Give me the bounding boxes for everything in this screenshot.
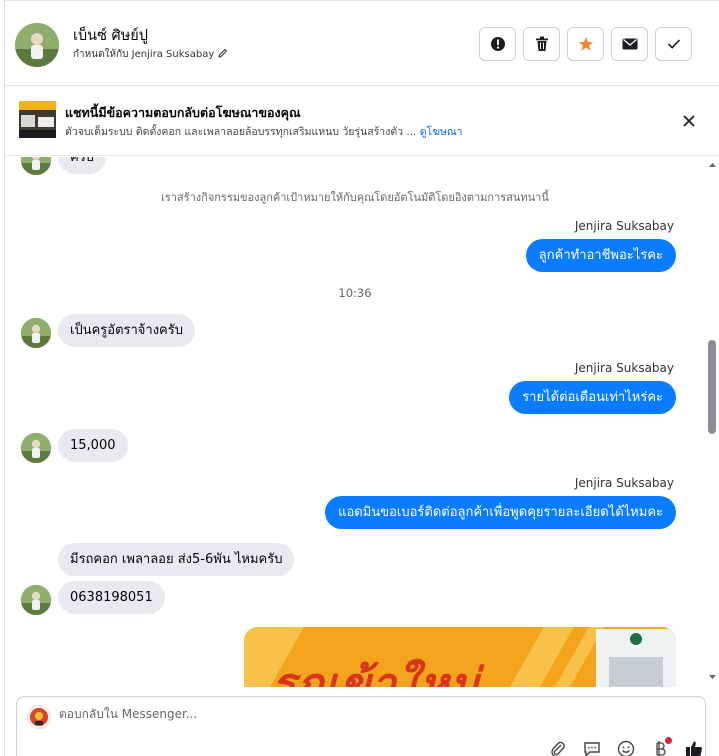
check-icon xyxy=(667,39,680,49)
chat-header: เบ็นซ์ ศิษย์ปู กำหนดให้กับ Jenjira Suksa… xyxy=(5,0,719,86)
page-avatar xyxy=(27,705,51,729)
smiley-icon xyxy=(617,740,635,756)
paperclip-icon xyxy=(551,741,565,756)
contact-avatar[interactable] xyxy=(15,23,59,67)
contact-name: เบ็นซ์ ศิษย์ปู xyxy=(73,28,148,44)
system-note: เราสร้างกิจกรรมของลูกค้าเป้าหมายให้กับคุ… xyxy=(161,191,549,204)
contact-avatar-small xyxy=(21,157,51,175)
sender-name: Jenjira Suksabay xyxy=(574,476,674,490)
scroll-down-icon[interactable] xyxy=(705,671,719,683)
incoming-message[interactable]: เป็นครูอัตราจ้างครับ xyxy=(58,314,195,347)
saved-replies-button[interactable] xyxy=(581,739,603,756)
message-scrollbar[interactable] xyxy=(705,157,719,687)
scrollbar-thumb[interactable] xyxy=(708,340,716,434)
incoming-message[interactable]: ครับ xyxy=(58,157,106,174)
pencil-icon[interactable] xyxy=(218,48,228,61)
reply-input[interactable] xyxy=(59,707,659,721)
contact-avatar-small xyxy=(21,318,51,348)
incoming-message[interactable]: มีรถคอก เพลาลอย ส่ง5-6พัน ไหมครับ xyxy=(58,543,295,576)
incoming-message[interactable]: 0638198051 xyxy=(58,581,165,614)
payment-button[interactable] xyxy=(649,737,672,756)
envelope-icon xyxy=(622,38,637,50)
done-button[interactable] xyxy=(655,27,692,61)
ad-description: ตัวจบเต็มระบบ ติดตั้งคอก และเพลาลอยล้อบร… xyxy=(65,126,417,138)
sender-name: Jenjira Suksabay xyxy=(574,361,674,375)
star-icon xyxy=(578,37,593,51)
outgoing-message[interactable]: รายได้ต่อเดือนเท่าไหร่คะ xyxy=(509,381,676,414)
message-list[interactable]: ครับ เราสร้างกิจกรรมของลูกค้าเป้าหมายให้… xyxy=(5,157,705,687)
assigned-to[interactable]: กำหนดให้กับ Jenjira Suksabay xyxy=(73,47,228,62)
trash-icon xyxy=(535,36,548,51)
header-actions xyxy=(479,27,692,61)
composer-tools xyxy=(547,737,705,756)
report-button[interactable] xyxy=(479,27,516,61)
reply-composer xyxy=(16,696,706,756)
image-attachment[interactable]: รถเข้าใหม่ xyxy=(244,627,676,687)
scroll-up-icon[interactable] xyxy=(705,159,719,171)
ad-subtitle: ตัวจบเต็มระบบ ติดตั้งคอก และเพลาลอยล้อบร… xyxy=(65,123,463,140)
ad-thumbnail[interactable] xyxy=(19,101,56,138)
like-button[interactable] xyxy=(683,739,705,756)
timestamp: 10:36 xyxy=(338,286,372,300)
contact-avatar-small xyxy=(21,433,51,463)
alert-icon xyxy=(490,37,505,51)
view-ad-link[interactable]: ดูโฆษณา xyxy=(420,126,463,138)
delete-button[interactable] xyxy=(523,27,560,61)
ad-reply-banner: แชทนี้มีข้อความตอบกลับต่อโฆษณาของคุณ ตัว… xyxy=(5,86,719,156)
notification-dot xyxy=(665,737,672,744)
close-icon xyxy=(683,115,695,127)
ad-title: แชทนี้มีข้อความตอบกลับต่อโฆษณาของคุณ xyxy=(65,105,301,120)
star-button[interactable] xyxy=(567,27,604,61)
outgoing-message[interactable]: ลูกค้าทำอาชีพอะไรคะ xyxy=(525,239,676,272)
sender-name: Jenjira Suksabay xyxy=(574,219,674,233)
emoji-button[interactable] xyxy=(615,739,637,756)
thumbs-up-icon xyxy=(686,741,702,756)
chat-bubble-icon xyxy=(584,742,600,756)
attach-button[interactable] xyxy=(547,739,569,756)
chat-panel: เบ็นซ์ ศิษย์ปู กำหนดให้กับ Jenjira Suksa… xyxy=(4,0,719,756)
contact-avatar-small xyxy=(21,585,51,615)
outgoing-message[interactable]: แอดมินขอเบอร์ติดต่อลูกค้าเพื่อพูดคุยรายล… xyxy=(325,496,676,529)
image-attachment-text: รถเข้าใหม่ xyxy=(272,659,480,687)
close-banner-button[interactable] xyxy=(678,110,700,132)
incoming-message[interactable]: 15,000 xyxy=(58,429,128,462)
mark-unread-button[interactable] xyxy=(611,27,648,61)
assigned-label: กำหนดให้กับ Jenjira Suksabay xyxy=(73,49,215,60)
